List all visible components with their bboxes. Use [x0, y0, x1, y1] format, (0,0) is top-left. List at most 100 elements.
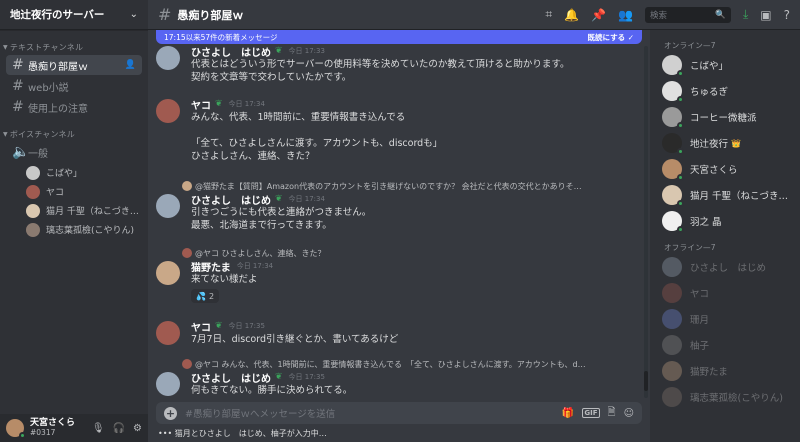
message-text: みんな、代表、1時間前に、重要情報書き込んでる: [191, 112, 406, 123]
reply-reference[interactable]: @猫野たま【質問】Amazon代表のアカウントを引き継げないのですか？ 会社だと…: [182, 180, 632, 192]
message-author[interactable]: ヤコ: [191, 319, 211, 334]
avatar: [662, 211, 684, 233]
sticker-icon[interactable]: 🗎: [608, 405, 616, 422]
user-info[interactable]: 天宮さくら #0317: [30, 418, 75, 438]
avatar[interactable]: [156, 261, 180, 285]
message-input[interactable]: + #愚痴り部屋ｗへメッセージを送信 🎁 GIF 🗎 ☺: [156, 402, 642, 424]
invite-member-icon[interactable]: 👤: [125, 60, 136, 70]
text-channel-icon: #: [12, 57, 24, 73]
message-author[interactable]: ひさよし はじめ: [191, 44, 271, 59]
category-text-channels[interactable]: ▼ テキストチャンネル: [0, 40, 148, 54]
member-item[interactable]: 地辻夜行 👑: [650, 130, 800, 156]
reply-reference[interactable]: @ヤコ ひさよしさん、連絡、きた？: [182, 247, 632, 259]
avatar[interactable]: [156, 372, 180, 396]
reaction-button[interactable]: 💦 2: [191, 289, 220, 303]
message: 猫野たま 今日 17:34 来てない様だよ 💦 2: [156, 259, 636, 303]
message-text: 契約を文章等で交わしていたかです。: [191, 72, 352, 83]
message-author[interactable]: 猫野たま: [191, 259, 231, 274]
gift-icon[interactable]: 🎁: [562, 408, 574, 419]
member-item[interactable]: 羽之 晶: [650, 208, 800, 234]
voice-user[interactable]: こばや」: [0, 163, 148, 182]
channel-gucchi[interactable]: # 愚痴り部屋ｗ 👤: [6, 55, 142, 75]
member-item[interactable]: ヤコ: [650, 280, 800, 306]
role-badge-icon: ❦: [275, 372, 283, 382]
member-item[interactable]: 猫野たま: [650, 358, 800, 384]
threads-icon[interactable]: ⌗: [545, 7, 552, 22]
text-channel-icon: #: [158, 5, 172, 24]
gear-icon[interactable]: ⚙: [133, 423, 142, 434]
voice-user[interactable]: 猫月 千聖（ねこづき…: [0, 201, 148, 220]
member-item[interactable]: 璃志葉孤檢(こやりん): [650, 384, 800, 410]
channel-label: web小説: [28, 82, 69, 94]
member-item[interactable]: 珊月: [650, 306, 800, 332]
avatar[interactable]: [156, 194, 180, 218]
crown-icon: 👑: [731, 138, 741, 148]
message-placeholder: #愚痴り部屋ｗへメッセージを送信: [185, 409, 336, 420]
members-icon[interactable]: 👥: [618, 8, 633, 22]
download-icon[interactable]: ⤓: [743, 7, 748, 22]
new-messages-bar[interactable]: 17:15以来57件の新着メッセージ 既読にする ✓: [156, 30, 642, 44]
mark-as-read-button[interactable]: 既読にする ✓: [588, 32, 634, 43]
member-item[interactable]: 天宮さくら: [650, 156, 800, 182]
role-badge-icon: ❦: [215, 321, 223, 331]
text-channel-icon: #: [12, 99, 24, 115]
message: ひさよし はじめ ❦ 今日 17:35 何もきてない。勝手に決められてる。: [156, 370, 636, 397]
help-icon[interactable]: ?: [784, 8, 790, 22]
plus-icon[interactable]: +: [164, 406, 177, 420]
channel-web-novel[interactable]: # web小説: [6, 76, 142, 96]
member-item[interactable]: ちゅるぎ: [650, 78, 800, 104]
server-header[interactable]: 地辻夜行のサーバー ⌄: [0, 0, 148, 30]
member-item[interactable]: コーヒー微糖派: [650, 104, 800, 130]
channel-label: 使用上の注意: [28, 103, 88, 115]
server-name: 地辻夜行のサーバー: [10, 9, 105, 21]
avatar: [662, 185, 684, 207]
avatar[interactable]: [156, 99, 180, 123]
channel-header: # 愚痴り部屋ｗ ⌗ 🔔 📌 👥 検索 🔍 ⤓ ▣ ?: [148, 0, 800, 30]
message-author[interactable]: ひさよし はじめ: [191, 370, 271, 385]
avatar: [182, 181, 192, 191]
chevron-down-icon[interactable]: ⌄: [130, 9, 138, 20]
chat-scrollbar[interactable]: [644, 46, 648, 398]
voice-user[interactable]: 璃志葉孤檢(こやりん): [0, 220, 148, 239]
gif-button[interactable]: GIF: [582, 408, 600, 418]
role-badge-icon: ❦: [215, 99, 223, 109]
member-item[interactable]: 柚子: [650, 332, 800, 358]
avatar: [662, 81, 684, 103]
headphones-icon[interactable]: 🎧: [113, 423, 125, 434]
user-tag: #0317: [30, 428, 56, 437]
voice-channel-general[interactable]: 🔈 一般: [6, 142, 142, 162]
message-author[interactable]: ひさよし はじめ: [191, 192, 271, 207]
pin-icon[interactable]: 📌: [591, 8, 606, 22]
member-item[interactable]: ひさよし はじめ: [650, 254, 800, 280]
channel-usage-notes[interactable]: # 使用上の注意: [6, 97, 142, 117]
category-voice-channels[interactable]: ▼ ボイスチャンネル: [0, 127, 148, 141]
member-item[interactable]: こばや」: [650, 52, 800, 78]
member-item[interactable]: 猫月 千聖（ねこづき…: [650, 182, 800, 208]
bell-icon[interactable]: 🔔: [564, 8, 579, 22]
avatar: [662, 55, 684, 77]
message-text: 「全て、ひさよしさんに渡す。アカウントも、discordも」: [191, 138, 443, 149]
chevron-down-icon: ▼: [3, 43, 8, 51]
emoji-icon[interactable]: ☺: [624, 408, 634, 419]
avatar: [26, 184, 40, 199]
user-panel: 天宮さくら #0317 🎙 🎧 ⚙: [0, 414, 148, 442]
inbox-icon[interactable]: ▣: [760, 8, 771, 22]
avatar: [662, 159, 684, 181]
message-timestamp: 今日 17:35: [288, 373, 325, 381]
message-author[interactable]: ヤコ: [191, 97, 211, 112]
offline-category: オフライン—7: [664, 242, 716, 252]
message-timestamp: 今日 17:34: [236, 262, 274, 270]
sweat-drops-icon: 💦: [196, 291, 206, 301]
avatar: [26, 222, 40, 237]
reply-reference[interactable]: @ヤコ みんな、代表、1時間前に、重要情報書き込んでる 「全て、ひさよしさんに渡…: [182, 358, 632, 370]
voice-user[interactable]: ヤコ: [0, 182, 148, 201]
avatar[interactable]: [156, 321, 180, 345]
search-icon: 🔍: [715, 9, 726, 20]
microphone-icon[interactable]: 🎙: [92, 423, 105, 434]
role-badge-icon: ❦: [275, 194, 283, 204]
message: ひさよし はじめ ❦ 今日 17:34 引きつごうにも代表と連絡がつきません。 …: [156, 192, 636, 232]
message-text: 引きつごうにも代表と連絡がつきません。: [191, 207, 372, 218]
avatar[interactable]: [6, 419, 26, 439]
avatar[interactable]: [156, 46, 180, 70]
search-input[interactable]: 検索 🔍: [644, 6, 731, 23]
